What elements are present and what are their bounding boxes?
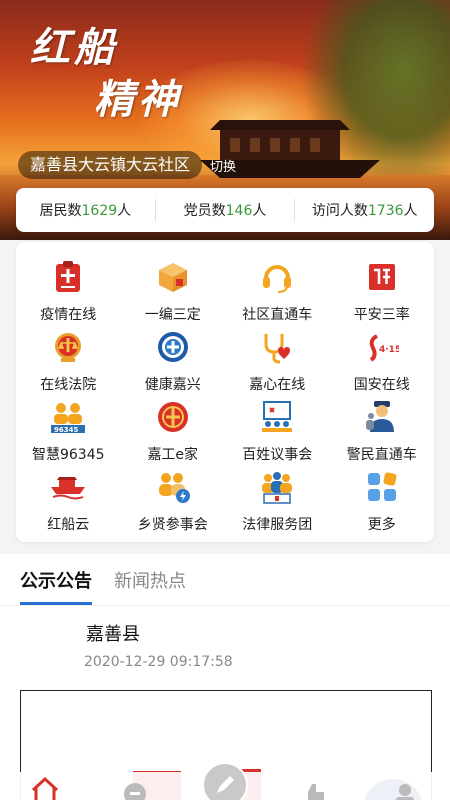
news-tabs: 公示公告 新闻热点 [0, 554, 450, 606]
grid-item-safety[interactable]: 平安三率 [330, 258, 435, 328]
grid-item-label: 更多 [367, 517, 396, 533]
headset-icon [258, 258, 296, 296]
grid-item-label: 疫情在线 [40, 307, 97, 323]
user-icon [396, 784, 414, 800]
tab-news[interactable]: 新闻热点 [114, 567, 186, 605]
court-emblem-icon [49, 328, 87, 366]
red-boat-icon [49, 468, 87, 506]
grid-item-label: 乡贤参事会 [137, 517, 208, 533]
news-title: 嘉善县 [86, 624, 140, 645]
grid-item-one-three[interactable]: 一编三定 [121, 258, 226, 328]
grid-item-more[interactable]: 更多 [330, 468, 435, 538]
union-emblem-icon [154, 398, 192, 436]
nav-home[interactable] [25, 772, 65, 800]
message-icon [124, 783, 146, 800]
health-emblem-icon [154, 328, 192, 366]
grid-item-label: 百姓议事会 [242, 447, 313, 463]
people-96345-icon: 96345 [49, 398, 87, 436]
grid-item-label: 嘉心在线 [249, 377, 306, 393]
stat-unit: 人 [403, 203, 418, 219]
location-label[interactable]: 嘉善县大云镇大云社区 [18, 151, 203, 179]
grid-item-label: 法律服务团 [242, 517, 313, 533]
stat-label: 访问人数 [311, 203, 368, 219]
meeting-icon [258, 398, 296, 436]
grid-item-jiaxin[interactable]: 嘉心在线 [225, 328, 330, 398]
grid-item-community[interactable]: 社区直通车 [225, 258, 330, 328]
stethoscope-heart-icon [258, 328, 296, 366]
grid-item-red-boat-cloud[interactable]: 红船云 [16, 468, 121, 538]
stat-value: 146 [225, 203, 253, 219]
svg-text:4·15: 4·15 [379, 345, 399, 355]
switch-location-button[interactable]: 切换 [210, 156, 236, 175]
grid-item-epidemic[interactable]: 疫情在线 [16, 258, 121, 328]
grid-item-online-court[interactable]: 在线法院 [16, 328, 121, 398]
grid-item-health[interactable]: 健康嘉兴 [121, 328, 226, 398]
svg-text:96345: 96345 [54, 426, 78, 434]
stat-unit: 人 [252, 203, 267, 219]
police-icon [363, 398, 401, 436]
news-date: 2020-12-29 09:17:58 [84, 654, 233, 670]
stat-value: 1736 [367, 203, 404, 219]
grid-item-national-security[interactable]: 4·15 国安在线 [330, 328, 435, 398]
grid-item-label: 社区直通车 [242, 307, 313, 323]
grid-item-label: 在线法院 [40, 377, 97, 393]
grid-item-96345[interactable]: 96345 智慧96345 [16, 398, 121, 468]
grid-item-label: 嘉工e家 [147, 447, 199, 463]
stat-label: 居民数 [39, 203, 82, 219]
grid-item-label: 红船云 [47, 517, 90, 533]
grid-item-label: 一编三定 [144, 307, 201, 323]
hero-calligraphy-line2: 精神 [94, 76, 182, 123]
grid-item-label: 警民直通车 [346, 447, 417, 463]
grid-item-legal-team[interactable]: 法律服务团 [225, 468, 330, 538]
stat-party-members: 党员数146人 [156, 200, 295, 220]
stat-value: 1629 [81, 203, 118, 219]
epidemic-board-icon [49, 258, 87, 296]
stat-label: 党员数 [183, 203, 226, 219]
people-bolt-icon [154, 468, 192, 506]
grid-item-label: 平安三率 [353, 307, 410, 323]
nav-service[interactable] [295, 772, 335, 800]
tab-announcements[interactable]: 公示公告 [20, 567, 92, 605]
hero-calligraphy: 红船 精神 [30, 22, 182, 126]
box-icon [154, 258, 192, 296]
stat-visitors: 访问人数1736人 [295, 200, 434, 220]
pencil-icon [217, 776, 234, 793]
grid-item-union[interactable]: 嘉工e家 [121, 398, 226, 468]
compose-button[interactable] [202, 762, 248, 800]
national-security-icon: 4·15 [363, 328, 401, 366]
service-grid: 疫情在线 一编三定 社区直通车 平安三率 在线法院 健康嘉兴 嘉心在线 4·15… [16, 242, 434, 542]
legal-team-icon [258, 468, 296, 506]
grid-item-label: 智慧96345 [31, 447, 105, 463]
home-icon [31, 776, 59, 800]
nav-profile[interactable] [385, 772, 425, 800]
hero-calligraphy-line1: 红船 [30, 24, 118, 71]
more-grid-icon [363, 468, 401, 506]
location-selector[interactable]: 嘉善县大云镇大云社区 切换 [18, 150, 236, 180]
stats-card: 居民数1629人 党员数146人 访问人数1736人 [16, 188, 434, 232]
stat-unit: 人 [117, 203, 132, 219]
grid-item-meeting[interactable]: 百姓议事会 [225, 398, 330, 468]
safety-stamp-icon [363, 258, 401, 296]
grid-item-police[interactable]: 警民直通车 [330, 398, 435, 468]
grid-item-label: 国安在线 [353, 377, 410, 393]
nav-message[interactable] [115, 772, 155, 800]
stat-residents: 居民数1629人 [16, 200, 155, 220]
grid-item-village-council[interactable]: 乡贤参事会 [121, 468, 226, 538]
thumb-up-icon [308, 784, 324, 800]
grid-item-label: 健康嘉兴 [144, 377, 201, 393]
